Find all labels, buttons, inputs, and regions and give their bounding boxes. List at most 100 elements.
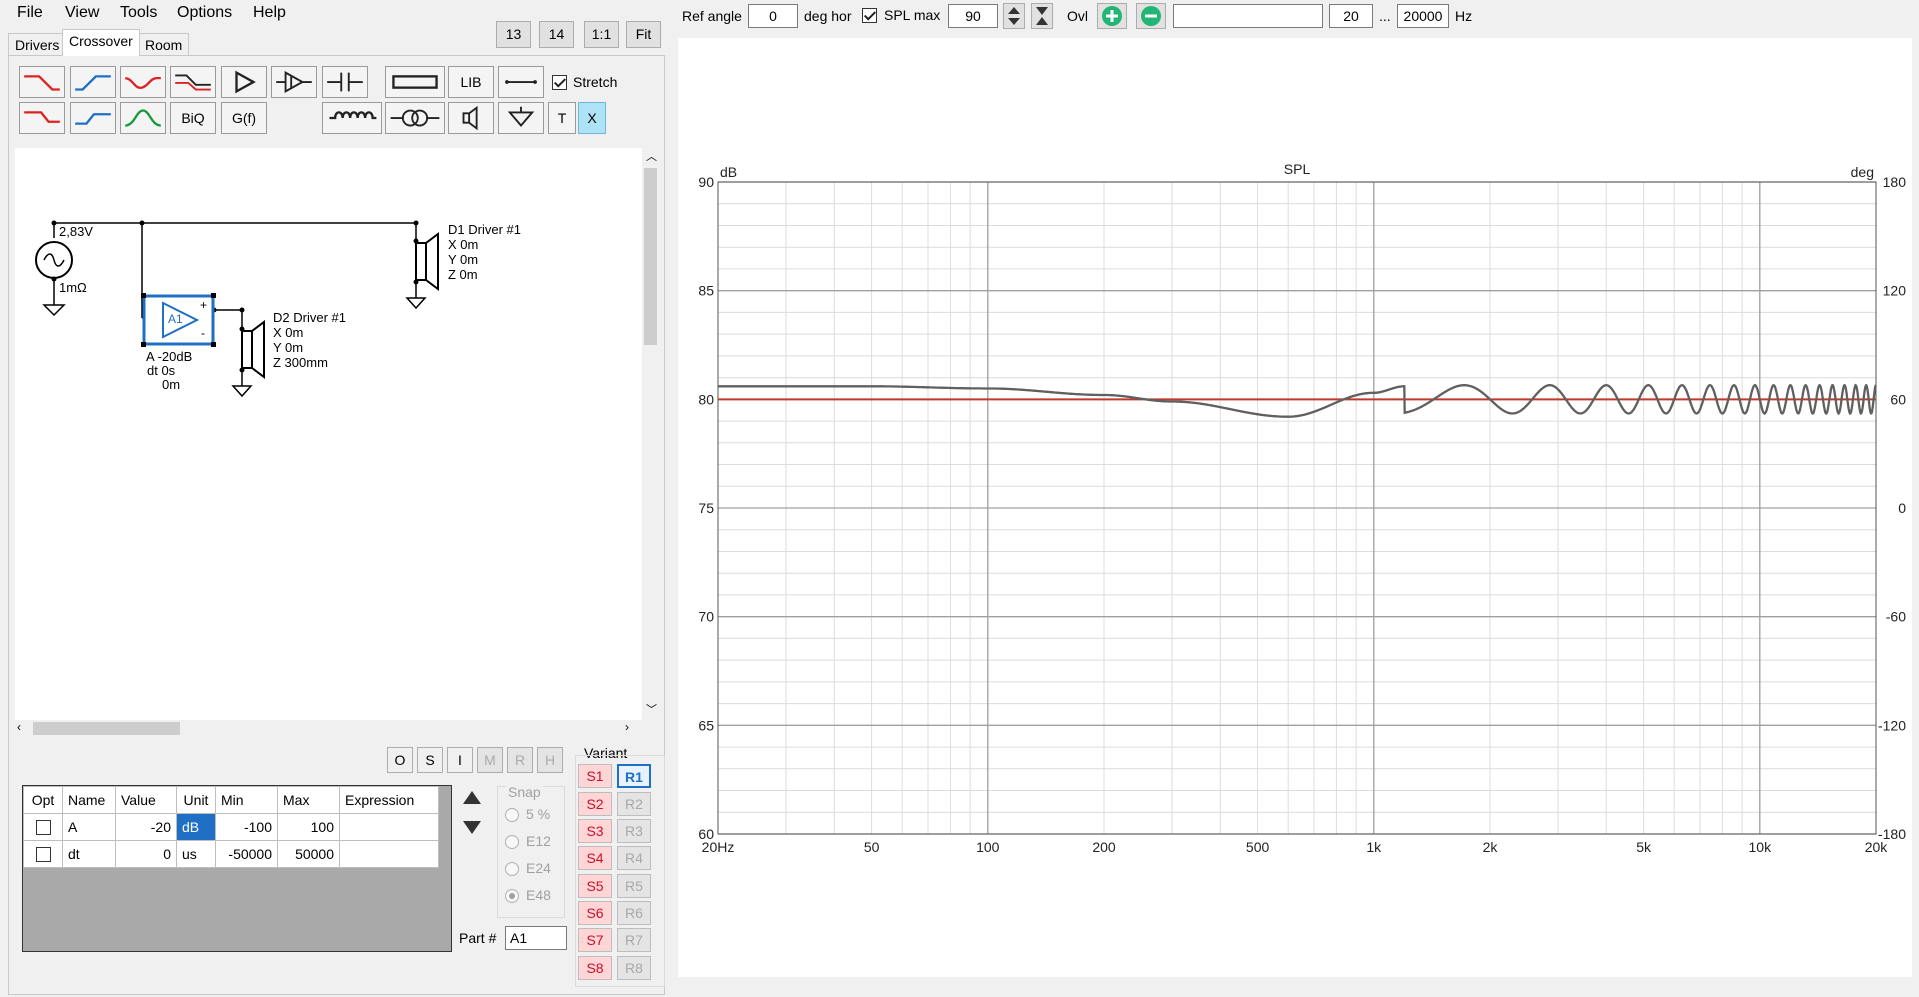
variant-s2-button[interactable]: S2 (578, 792, 612, 816)
highpass-2-blue-icon[interactable] (70, 102, 116, 134)
buffer-amp-icon[interactable] (271, 66, 317, 98)
mode-s-button[interactable]: S (417, 747, 443, 773)
variant-s3-button[interactable]: S3 (578, 819, 612, 843)
value-cell[interactable]: -20 (115, 813, 177, 841)
amplifier-icon[interactable] (221, 66, 267, 98)
bandpass-green-icon[interactable] (120, 102, 166, 134)
schematic-hscrollbar[interactable]: ‹ › (15, 720, 642, 737)
variant-s1-button[interactable]: S1 (578, 764, 612, 788)
snap-e48-radio[interactable] (505, 889, 519, 903)
variant-r3-button[interactable]: R3 (617, 819, 651, 843)
opt-checkbox[interactable] (35, 819, 51, 835)
variant-r1-button[interactable]: R1 (617, 764, 651, 788)
spl-max-input[interactable]: 90 (948, 4, 998, 28)
ref-angle-input[interactable]: 0 (748, 4, 798, 28)
menu-file[interactable]: File (8, 0, 52, 26)
variant-r8-button[interactable]: R8 (617, 956, 651, 980)
scroll-up-icon[interactable]: ︿ (646, 148, 657, 164)
mode-i-button[interactable]: I (447, 747, 473, 773)
variant-r2-button[interactable]: R2 (617, 792, 651, 816)
speaker-icon[interactable] (448, 102, 494, 134)
schematic-vscrollbar[interactable]: ︿ ﹀ (642, 148, 659, 720)
vscroll-thumb[interactable] (644, 168, 657, 345)
freq-max-input[interactable]: 20000 (1397, 4, 1449, 28)
remove-overlay-icon[interactable] (1136, 3, 1166, 29)
scroll-left-icon[interactable]: ‹ (17, 720, 21, 734)
snap-e12-radio[interactable] (505, 835, 519, 849)
value-cell[interactable]: 0 (115, 840, 177, 868)
highpass-blue-icon[interactable] (70, 66, 116, 98)
expression-cell[interactable] (339, 840, 439, 868)
opt-cell[interactable] (23, 840, 63, 868)
variant-s7-button[interactable]: S7 (578, 928, 612, 952)
min-cell[interactable]: -50000 (215, 840, 278, 868)
hscroll-thumb[interactable] (33, 722, 180, 735)
tab-room[interactable]: Room (138, 33, 190, 56)
move-down-icon[interactable] (460, 816, 484, 840)
inductor-icon[interactable] (322, 102, 382, 134)
mode-h-button[interactable]: H (537, 747, 563, 773)
mode-o-button[interactable]: O (387, 747, 413, 773)
variant-s5-button[interactable]: S5 (578, 874, 612, 898)
snap-e24-radio[interactable] (505, 862, 519, 876)
tab-drivers[interactable]: Drivers (8, 33, 67, 56)
spl-chart[interactable]: SPLdB deg90858075706560180120600-60-120-1… (678, 38, 1912, 977)
move-up-icon[interactable] (460, 785, 484, 809)
lowpass-red-icon[interactable] (19, 66, 65, 98)
table-row[interactable]: dt 0 us -50000 50000 (23, 840, 439, 868)
fit-button[interactable]: Fit (626, 21, 661, 48)
spl-max-checkbox[interactable] (862, 8, 877, 23)
variant-r5-button[interactable]: R5 (617, 874, 651, 898)
lowpass-2-red-icon[interactable] (19, 102, 65, 134)
transformer-icon[interactable] (385, 102, 445, 134)
max-cell[interactable]: 100 (277, 813, 340, 841)
scroll-down-icon[interactable]: ﹀ (646, 701, 657, 717)
text-tool-button[interactable]: T (548, 102, 576, 134)
biquad-button[interactable]: BiQ (170, 102, 216, 134)
ground-icon[interactable] (498, 102, 544, 134)
tab-crossover[interactable]: Crossover (62, 29, 140, 56)
variant-s6-button[interactable]: S6 (578, 901, 612, 925)
library-button[interactable]: LIB (448, 66, 494, 98)
expression-cell[interactable] (339, 813, 439, 841)
capacitor-icon[interactable] (322, 66, 368, 98)
unit-cell[interactable]: dB (176, 813, 216, 841)
variant-r7-button[interactable]: R7 (617, 928, 651, 952)
zoom-13-button[interactable]: 13 (496, 21, 531, 48)
menu-tools[interactable]: Tools (111, 0, 166, 26)
opt-checkbox[interactable] (35, 846, 51, 862)
snap-5pct-radio[interactable] (505, 808, 519, 822)
spl-up-down-icon[interactable] (1003, 3, 1025, 29)
variant-s8-button[interactable]: S8 (578, 956, 612, 980)
table-row[interactable]: A -20 dB -100 100 (23, 813, 439, 841)
mode-r-button[interactable]: R (507, 747, 533, 773)
stretch-checkbox[interactable] (552, 75, 567, 90)
menu-help[interactable]: Help (244, 0, 295, 26)
wire-icon[interactable] (498, 66, 544, 98)
variant-r4-button[interactable]: R4 (617, 846, 651, 870)
scroll-right-icon[interactable]: › (625, 720, 629, 734)
resistor-icon[interactable] (385, 66, 445, 98)
zoom-1-1-button[interactable]: 1:1 (584, 21, 619, 48)
zoom-14-button[interactable]: 14 (539, 21, 574, 48)
d1-y-label: Y 0m (448, 252, 479, 267)
opt-cell[interactable] (23, 813, 63, 841)
schematic-canvas[interactable]: 2,83V 1mΩ A1 + - A -20dB dt 0s 0m D1 Dri… (15, 148, 642, 720)
mode-m-button[interactable]: M (477, 747, 503, 773)
part-number-input[interactable]: A1 (505, 926, 567, 950)
transfer-function-button[interactable]: G(f) (221, 102, 267, 134)
menu-view[interactable]: View (56, 0, 108, 26)
variant-r6-button[interactable]: R6 (617, 901, 651, 925)
menu-options[interactable]: Options (168, 0, 241, 26)
freq-min-input[interactable]: 20 (1329, 4, 1373, 28)
spl-collapse-icon[interactable] (1031, 3, 1053, 29)
add-overlay-icon[interactable] (1097, 3, 1127, 29)
notch-red-icon[interactable] (120, 66, 166, 98)
delete-tool-button[interactable]: X (578, 102, 606, 134)
overlay-name-input[interactable] (1173, 4, 1323, 28)
variant-s4-button[interactable]: S4 (578, 846, 612, 870)
unit-cell[interactable]: us (176, 840, 216, 868)
shelf-icon[interactable] (170, 66, 216, 98)
max-cell[interactable]: 50000 (277, 840, 340, 868)
min-cell[interactable]: -100 (215, 813, 278, 841)
